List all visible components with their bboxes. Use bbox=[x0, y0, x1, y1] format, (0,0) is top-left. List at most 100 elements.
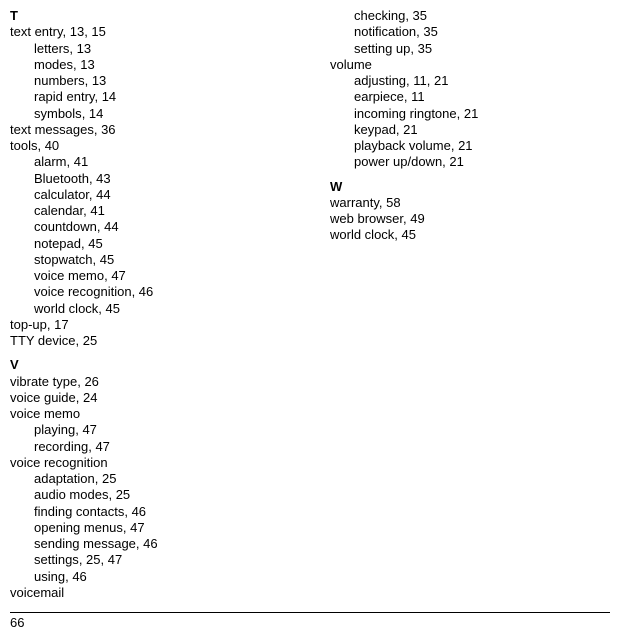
index-subentry: alarm, 41 bbox=[10, 154, 290, 170]
index-entry: warranty, 58 bbox=[330, 195, 610, 211]
index-term: opening menus bbox=[34, 520, 123, 535]
index-term: vibrate type bbox=[10, 374, 77, 389]
index-subentry: checking, 35 bbox=[330, 8, 610, 24]
letter-heading-v: V bbox=[10, 357, 290, 373]
index-pages: 26 bbox=[84, 374, 98, 389]
index-pages: 35 bbox=[423, 24, 437, 39]
index-pages: 43 bbox=[96, 171, 110, 186]
index-term: voice memo bbox=[34, 268, 104, 283]
index-subentry: world clock, 45 bbox=[10, 301, 290, 317]
index-subentry: notification, 35 bbox=[330, 24, 610, 40]
index-entry: vibrate type, 26 bbox=[10, 374, 290, 390]
index-subentry: voice memo, 47 bbox=[10, 268, 290, 284]
index-subentry: symbols, 14 bbox=[10, 106, 290, 122]
index-entry: voice guide, 24 bbox=[10, 390, 290, 406]
index-pages: 11 bbox=[411, 89, 425, 104]
index-term: audio modes bbox=[34, 487, 108, 502]
index-pages: 58 bbox=[386, 195, 400, 210]
index-subentry: voice recognition, 46 bbox=[10, 284, 290, 300]
index-term: earpiece bbox=[354, 89, 404, 104]
index-pages: 13 bbox=[80, 57, 94, 72]
index-term: numbers bbox=[34, 73, 85, 88]
index-pages: 21 bbox=[464, 106, 478, 121]
index-term: voice recognition bbox=[10, 455, 108, 470]
index-term: notepad bbox=[34, 236, 81, 251]
index-entry: voice memo bbox=[10, 406, 290, 422]
index-subentry: setting up, 35 bbox=[330, 41, 610, 57]
index-term: power up/down bbox=[354, 154, 442, 169]
index-entry: tools, 40 bbox=[10, 138, 290, 154]
index-page: T text entry, 13, 15 letters, 13 modes, … bbox=[0, 0, 620, 601]
index-entry: web browser, 49 bbox=[330, 211, 610, 227]
index-pages: 44 bbox=[104, 219, 118, 234]
index-subentry: using, 46 bbox=[10, 569, 290, 585]
index-pages: 49 bbox=[410, 211, 424, 226]
index-pages: 21 bbox=[403, 122, 417, 137]
index-term: adjusting bbox=[354, 73, 406, 88]
index-subentry: earpiece, 11 bbox=[330, 89, 610, 105]
index-subentry: keypad, 21 bbox=[330, 122, 610, 138]
index-subentry: finding contacts, 46 bbox=[10, 504, 290, 520]
index-term: top-up bbox=[10, 317, 47, 332]
index-pages: 13, 15 bbox=[70, 24, 106, 39]
index-pages: 11, 21 bbox=[413, 73, 448, 88]
index-pages: 45 bbox=[88, 236, 102, 251]
index-subentry: calculator, 44 bbox=[10, 187, 290, 203]
index-subentry: rapid entry, 14 bbox=[10, 89, 290, 105]
index-pages: 13 bbox=[77, 41, 91, 56]
index-term: alarm bbox=[34, 154, 67, 169]
index-pages: 46 bbox=[132, 504, 146, 519]
letter-heading-t: T bbox=[10, 8, 290, 24]
index-term: checking bbox=[354, 8, 405, 23]
index-pages: 45 bbox=[106, 301, 120, 316]
index-pages: 17 bbox=[54, 317, 68, 332]
letter-heading-w: W bbox=[330, 179, 610, 195]
index-pages: 40 bbox=[45, 138, 59, 153]
index-term: text messages bbox=[10, 122, 94, 137]
index-subentry: adjusting, 11, 21 bbox=[330, 73, 610, 89]
index-term: voice memo bbox=[10, 406, 80, 421]
index-term: rapid entry bbox=[34, 89, 94, 104]
index-subentry: incoming ringtone, 21 bbox=[330, 106, 610, 122]
page-number: 66 bbox=[10, 612, 610, 631]
index-term: finding contacts bbox=[34, 504, 124, 519]
index-term: volume bbox=[330, 57, 372, 72]
index-pages: 46 bbox=[143, 536, 157, 551]
index-entry: voicemail bbox=[10, 585, 290, 601]
index-entry: top-up, 17 bbox=[10, 317, 290, 333]
index-pages: 13 bbox=[92, 73, 106, 88]
index-term: Bluetooth bbox=[34, 171, 89, 186]
index-pages: 44 bbox=[96, 187, 110, 202]
index-term: countdown bbox=[34, 219, 97, 234]
index-pages: 46 bbox=[139, 284, 153, 299]
index-term: using bbox=[34, 569, 65, 584]
index-pages: 47 bbox=[95, 439, 109, 454]
index-entry: world clock, 45 bbox=[330, 227, 610, 243]
index-entry: volume bbox=[330, 57, 610, 73]
index-pages: 41 bbox=[90, 203, 104, 218]
index-subentry: playback volume, 21 bbox=[330, 138, 610, 154]
index-term: calculator bbox=[34, 187, 89, 202]
index-term: modes bbox=[34, 57, 73, 72]
index-term: tools bbox=[10, 138, 37, 153]
index-column-left: T text entry, 13, 15 letters, 13 modes, … bbox=[10, 8, 290, 601]
index-term: symbols bbox=[34, 106, 82, 121]
index-term: warranty bbox=[330, 195, 379, 210]
index-pages: 35 bbox=[418, 41, 432, 56]
index-entry: voice recognition bbox=[10, 455, 290, 471]
index-subentry: power up/down, 21 bbox=[330, 154, 610, 170]
index-pages: 21 bbox=[449, 154, 463, 169]
index-term: text entry bbox=[10, 24, 63, 39]
index-pages: 25 bbox=[83, 333, 97, 348]
index-subentry: numbers, 13 bbox=[10, 73, 290, 89]
index-term: world clock bbox=[330, 227, 394, 242]
index-subentry: playing, 47 bbox=[10, 422, 290, 438]
index-subentry: stopwatch, 45 bbox=[10, 252, 290, 268]
index-term: setting up bbox=[354, 41, 410, 56]
index-pages: 47 bbox=[82, 422, 96, 437]
index-pages: 45 bbox=[100, 252, 114, 267]
index-pages: 41 bbox=[74, 154, 88, 169]
index-entry: text entry, 13, 15 bbox=[10, 24, 290, 40]
index-subentry: adaptation, 25 bbox=[10, 471, 290, 487]
index-pages: 47 bbox=[130, 520, 144, 535]
